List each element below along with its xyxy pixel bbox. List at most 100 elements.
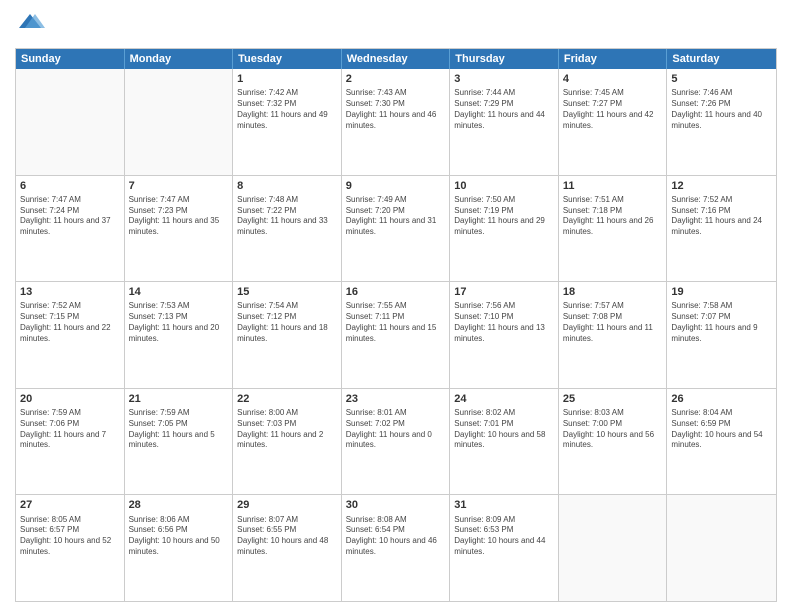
cal-cell: 5 Sunrise: 7:46 AM Sunset: 7:26 PM Daylig… (667, 69, 776, 175)
day-number: 9 (346, 179, 446, 193)
day-number: 28 (129, 498, 229, 512)
day-number: 24 (454, 392, 554, 406)
cal-cell: 19Sunrise: 7:58 AM Sunset: 7:07 PM Dayli… (667, 282, 776, 388)
day-number: 29 (237, 498, 337, 512)
cal-cell: 29 Sunrise: 8:07 AM Sunset: 6:55 PM Dayli… (233, 495, 342, 601)
cell-info: Sunrise: 7:54 AM Sunset: 7:12 PM Dayligh… (237, 301, 337, 344)
calendar: SundayMondayTuesdayWednesdayThursdayFrid… (15, 48, 777, 602)
cal-cell: 1 Sunrise: 7:42 AM Sunset: 7:32 PM Daylig… (233, 69, 342, 175)
cal-cell: 25Sunrise: 8:03 AM Sunset: 7:00 PM Dayli… (559, 389, 668, 495)
calendar-row-2: 6Sunrise: 7:47 AM Sunset: 7:24 PM Daylig… (16, 176, 776, 283)
cell-info: Sunrise: 7:59 AM Sunset: 7:06 PM Dayligh… (20, 408, 120, 451)
weekday-header-thursday: Thursday (450, 49, 559, 69)
cal-cell: 26 Sunrise: 8:04 AM Sunset: 6:59 PM Dayli… (667, 389, 776, 495)
cell-info: Sunrise: 7:42 AM Sunset: 7:32 PM Dayligh… (237, 88, 337, 131)
cell-info: Sunrise: 8:07 AM Sunset: 6:55 PM Dayligh… (237, 515, 337, 558)
weekday-header-friday: Friday (559, 49, 668, 69)
cal-cell (559, 495, 668, 601)
weekday-header-sunday: Sunday (16, 49, 125, 69)
cal-cell: 27 Sunrise: 8:05 AM Sunset: 6:57 PM Dayli… (16, 495, 125, 601)
cell-info: Sunrise: 8:01 AM Sunset: 7:02 PM Dayligh… (346, 408, 446, 451)
day-number: 27 (20, 498, 120, 512)
cell-info: Sunrise: 7:53 AM Sunset: 7:13 PM Dayligh… (129, 301, 229, 344)
logo (15, 10, 49, 40)
weekday-header-saturday: Saturday (667, 49, 776, 69)
weekday-header-wednesday: Wednesday (342, 49, 451, 69)
calendar-row-1: 1 Sunrise: 7:42 AM Sunset: 7:32 PM Daylig… (16, 69, 776, 176)
calendar-row-4: 20 Sunrise: 7:59 AM Sunset: 7:06 PM Dayli… (16, 389, 776, 496)
day-number: 30 (346, 498, 446, 512)
cell-info: Sunrise: 7:52 AM Sunset: 7:15 PM Dayligh… (20, 301, 120, 344)
day-number: 18 (563, 285, 663, 299)
cal-cell: 7 Sunrise: 7:47 AM Sunset: 7:23 PM Daylig… (125, 176, 234, 282)
cell-info: Sunrise: 8:06 AM Sunset: 6:56 PM Dayligh… (129, 515, 229, 558)
day-number: 10 (454, 179, 554, 193)
cal-cell (125, 69, 234, 175)
cell-info: Sunrise: 7:55 AM Sunset: 7:11 PM Dayligh… (346, 301, 446, 344)
cal-cell: 16 Sunrise: 7:55 AM Sunset: 7:11 PM Dayli… (342, 282, 451, 388)
cal-cell: 6Sunrise: 7:47 AM Sunset: 7:24 PM Daylig… (16, 176, 125, 282)
cell-info: Sunrise: 8:04 AM Sunset: 6:59 PM Dayligh… (671, 408, 772, 451)
cell-info: Sunrise: 7:48 AM Sunset: 7:22 PM Dayligh… (237, 195, 337, 238)
day-number: 1 (237, 72, 337, 86)
cell-info: Sunrise: 8:05 AM Sunset: 6:57 PM Dayligh… (20, 515, 120, 558)
cell-info: Sunrise: 7:47 AM Sunset: 7:23 PM Dayligh… (129, 195, 229, 238)
cal-cell: 18 Sunrise: 7:57 AM Sunset: 7:08 PM Dayli… (559, 282, 668, 388)
cal-cell: 3 Sunrise: 7:44 AM Sunset: 7:29 PM Daylig… (450, 69, 559, 175)
cal-cell: 20 Sunrise: 7:59 AM Sunset: 7:06 PM Dayli… (16, 389, 125, 495)
day-number: 22 (237, 392, 337, 406)
day-number: 2 (346, 72, 446, 86)
cal-cell: 22 Sunrise: 8:00 AM Sunset: 7:03 PM Dayli… (233, 389, 342, 495)
day-number: 16 (346, 285, 446, 299)
day-number: 3 (454, 72, 554, 86)
cal-cell: 31 Sunrise: 8:09 AM Sunset: 6:53 PM Dayli… (450, 495, 559, 601)
cal-cell: 24 Sunrise: 8:02 AM Sunset: 7:01 PM Dayli… (450, 389, 559, 495)
day-number: 20 (20, 392, 120, 406)
weekday-header-monday: Monday (125, 49, 234, 69)
cell-info: Sunrise: 7:59 AM Sunset: 7:05 PM Dayligh… (129, 408, 229, 451)
day-number: 4 (563, 72, 663, 86)
cell-info: Sunrise: 7:49 AM Sunset: 7:20 PM Dayligh… (346, 195, 446, 238)
cal-cell: 9 Sunrise: 7:49 AM Sunset: 7:20 PM Daylig… (342, 176, 451, 282)
page: SundayMondayTuesdayWednesdayThursdayFrid… (0, 0, 792, 612)
cell-info: Sunrise: 8:09 AM Sunset: 6:53 PM Dayligh… (454, 515, 554, 558)
cell-info: Sunrise: 7:56 AM Sunset: 7:10 PM Dayligh… (454, 301, 554, 344)
day-number: 7 (129, 179, 229, 193)
cell-info: Sunrise: 7:57 AM Sunset: 7:08 PM Dayligh… (563, 301, 663, 344)
cal-cell (667, 495, 776, 601)
calendar-row-3: 13Sunrise: 7:52 AM Sunset: 7:15 PM Dayli… (16, 282, 776, 389)
day-number: 19 (671, 285, 772, 299)
cal-cell: 13Sunrise: 7:52 AM Sunset: 7:15 PM Dayli… (16, 282, 125, 388)
cell-info: Sunrise: 8:08 AM Sunset: 6:54 PM Dayligh… (346, 515, 446, 558)
cell-info: Sunrise: 7:45 AM Sunset: 7:27 PM Dayligh… (563, 88, 663, 131)
day-number: 15 (237, 285, 337, 299)
cell-info: Sunrise: 8:02 AM Sunset: 7:01 PM Dayligh… (454, 408, 554, 451)
day-number: 31 (454, 498, 554, 512)
cal-cell: 8 Sunrise: 7:48 AM Sunset: 7:22 PM Daylig… (233, 176, 342, 282)
cal-cell: 21 Sunrise: 7:59 AM Sunset: 7:05 PM Dayli… (125, 389, 234, 495)
day-number: 26 (671, 392, 772, 406)
cell-info: Sunrise: 7:50 AM Sunset: 7:19 PM Dayligh… (454, 195, 554, 238)
cal-cell: 10 Sunrise: 7:50 AM Sunset: 7:19 PM Dayli… (450, 176, 559, 282)
cell-info: Sunrise: 7:44 AM Sunset: 7:29 PM Dayligh… (454, 88, 554, 131)
day-number: 14 (129, 285, 229, 299)
day-number: 25 (563, 392, 663, 406)
cell-info: Sunrise: 7:46 AM Sunset: 7:26 PM Dayligh… (671, 88, 772, 131)
cal-cell: 28 Sunrise: 8:06 AM Sunset: 6:56 PM Dayli… (125, 495, 234, 601)
day-number: 8 (237, 179, 337, 193)
day-number: 5 (671, 72, 772, 86)
day-number: 12 (671, 179, 772, 193)
cal-cell: 2Sunrise: 7:43 AM Sunset: 7:30 PM Daylig… (342, 69, 451, 175)
cal-cell: 17 Sunrise: 7:56 AM Sunset: 7:10 PM Dayli… (450, 282, 559, 388)
day-number: 21 (129, 392, 229, 406)
calendar-row-5: 27 Sunrise: 8:05 AM Sunset: 6:57 PM Dayli… (16, 495, 776, 601)
calendar-body: 1 Sunrise: 7:42 AM Sunset: 7:32 PM Daylig… (16, 69, 776, 601)
day-number: 17 (454, 285, 554, 299)
logo-icon (15, 10, 45, 40)
day-number: 23 (346, 392, 446, 406)
cell-info: Sunrise: 8:00 AM Sunset: 7:03 PM Dayligh… (237, 408, 337, 451)
header (15, 10, 777, 40)
cell-info: Sunrise: 7:52 AM Sunset: 7:16 PM Dayligh… (671, 195, 772, 238)
cell-info: Sunrise: 7:51 AM Sunset: 7:18 PM Dayligh… (563, 195, 663, 238)
cal-cell: 11Sunrise: 7:51 AM Sunset: 7:18 PM Dayli… (559, 176, 668, 282)
